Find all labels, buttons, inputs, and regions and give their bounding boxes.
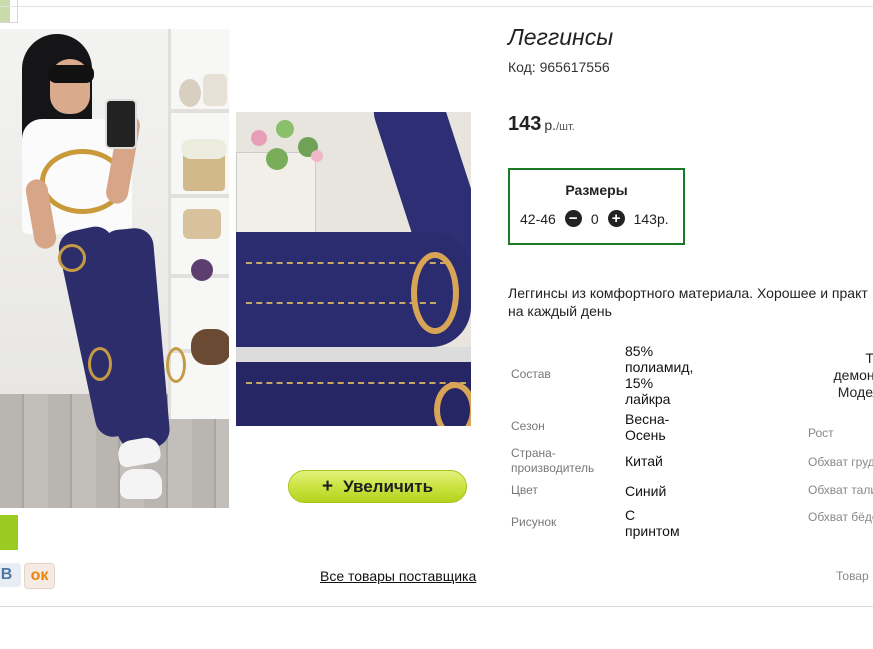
supplier-products-link[interactable]: Все товары поставщика (320, 568, 476, 584)
size-row-price: 143р. (633, 210, 669, 227)
model-hips-label: Обхват бёдер (808, 510, 873, 524)
plus-circle-icon[interactable]: + (607, 210, 625, 227)
ok-share-icon[interactable]: ок (24, 563, 55, 589)
spec-label-country: Страна-производитель (511, 446, 595, 475)
minus-icon[interactable]: − (564, 210, 582, 227)
sizes-box: Размеры 42-46 − 0 + 143р. (508, 168, 685, 245)
model-chest-label: Обхват груди (808, 455, 873, 469)
model-waist-label: Обхват талии (808, 483, 873, 497)
zoom-button[interactable]: + Увеличить (288, 470, 467, 503)
sizes-header: Размеры (565, 182, 628, 198)
product-code: Код: 965617556 (508, 59, 610, 75)
description-line: Леггинсы из комфортного материала. Хорош… (508, 285, 868, 301)
product-description: Леггинсы из комфортного материала. Хорош… (508, 284, 873, 320)
price-currency: р. (544, 117, 557, 133)
spec-label-season: Сезон (511, 419, 545, 433)
product-price: 143 р./шт. (508, 113, 575, 136)
product-photo-detail[interactable] (236, 112, 471, 426)
model-height-label: Рост (808, 426, 834, 440)
spec-label-pattern: Рисунок (511, 515, 557, 529)
size-label: 42-46 (520, 210, 556, 227)
spec-value-pattern: Спринтом (625, 507, 680, 539)
product-photo-main[interactable] (0, 29, 229, 508)
product-title: Леггинсы (508, 24, 614, 50)
size-row: 42-46 − 0 + 143р. (520, 210, 669, 227)
top-divider (0, 6, 873, 7)
spec-label-composition: Состав (511, 367, 551, 381)
top-left-tab (0, 0, 18, 23)
description-line: на каждый день (508, 303, 612, 319)
spec-value-color: Синий (625, 483, 667, 499)
color-swatch[interactable] (0, 515, 18, 550)
spec-value-country: Китай (625, 453, 663, 469)
spec-value-composition: 85% полиамид, 15% лайкра (625, 343, 694, 407)
product-note: Товар (836, 569, 869, 583)
spec-value-season: Весна- Осень (625, 411, 670, 443)
price-value: 143 (508, 113, 542, 135)
model-params-header: ТовдемонстМодель (833, 350, 873, 400)
vk-share-icon[interactable]: В (0, 563, 21, 587)
plus-icon: + (321, 475, 334, 497)
quantity-value[interactable]: 0 (591, 211, 599, 227)
price-per-unit: /шт. (556, 121, 575, 133)
zoom-button-label: Увеличить (343, 476, 434, 496)
spec-label-color: Цвет (511, 483, 538, 497)
bottom-divider (0, 606, 873, 607)
